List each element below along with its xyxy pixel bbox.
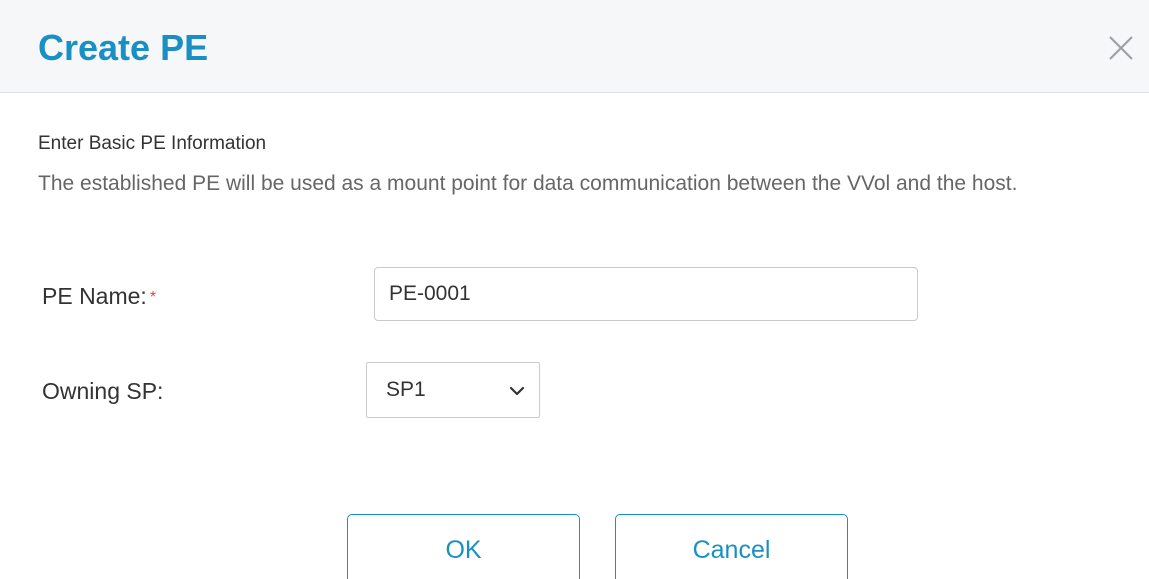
section-title: Enter Basic PE Information [38,133,267,154]
required-marker: * [149,289,157,306]
cancel-button[interactable]: Cancel [615,514,848,579]
pe-name-label: PE Name: * [42,281,156,311]
ok-button[interactable]: OK [347,514,580,579]
owning-sp-selected-value: SP1 [386,378,426,401]
owning-sp-select[interactable]: SP1 [366,362,540,418]
pe-name-label-text: PE Name: [42,283,147,309]
create-pe-dialog: Create PE Enter Basic PE Information The… [0,0,1149,579]
dialog-title: Create PE [38,27,209,68]
pe-name-input[interactable] [374,267,918,321]
dialog-header: Create PE [0,0,1149,93]
close-button[interactable] [1107,34,1135,62]
close-icon [1109,36,1133,60]
chevron-down-icon [509,383,525,399]
section-description: The established PE will be used as a mou… [38,172,1018,195]
owning-sp-label: Owning SP: [42,378,164,404]
